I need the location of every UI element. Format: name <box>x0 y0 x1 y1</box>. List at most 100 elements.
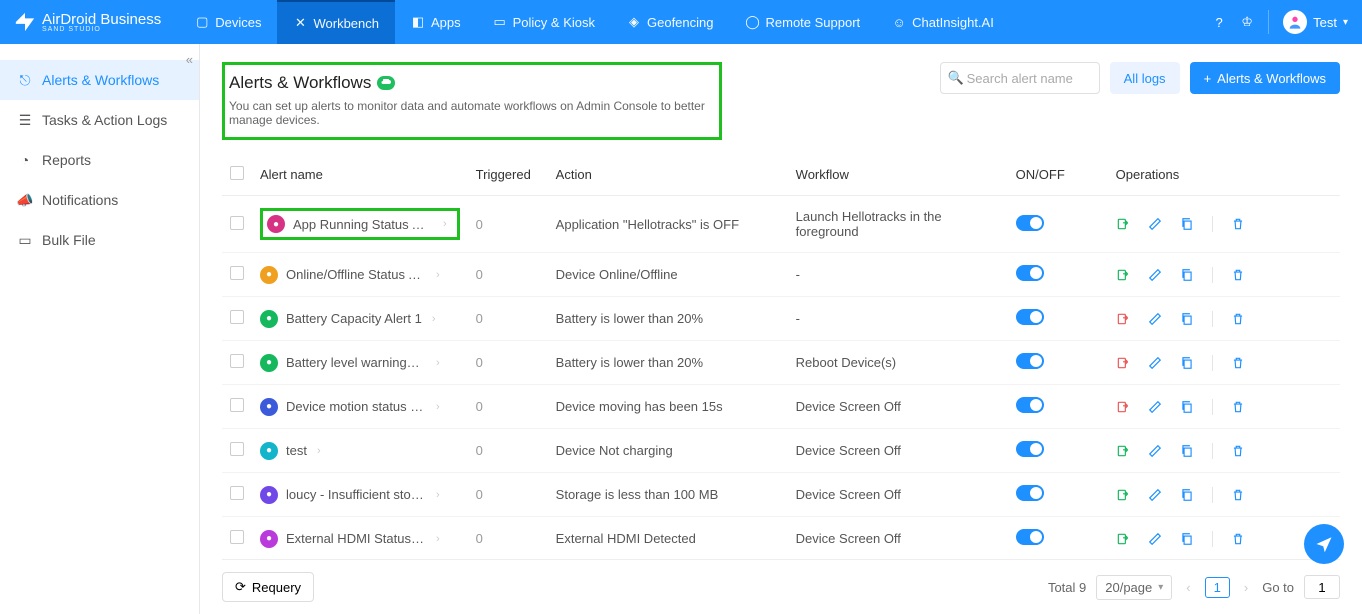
separator <box>1212 216 1213 232</box>
sidebar-item-notifications[interactable]: 📣Notifications <box>0 180 199 220</box>
edit-icon[interactable] <box>1148 356 1162 370</box>
delete-icon[interactable] <box>1231 532 1245 546</box>
copy-icon[interactable] <box>1180 400 1194 414</box>
all-logs-button[interactable]: All logs <box>1110 62 1180 94</box>
delete-icon[interactable] <box>1231 444 1245 458</box>
export-icon[interactable] <box>1116 356 1130 370</box>
separator <box>1212 399 1213 415</box>
table-row: ●External HDMI Status Alert 1› 0 Externa… <box>222 517 1340 560</box>
onoff-toggle[interactable] <box>1016 529 1044 545</box>
alert-name-cell[interactable]: ●Device motion status warn...› <box>260 398 460 416</box>
onoff-toggle[interactable] <box>1016 309 1044 325</box>
onoff-toggle[interactable] <box>1016 265 1044 281</box>
copy-icon[interactable] <box>1180 268 1194 282</box>
alert-name-cell[interactable]: ●Battery Capacity Alert 1› <box>260 310 460 328</box>
row-checkbox[interactable] <box>230 354 244 368</box>
delete-icon[interactable] <box>1231 268 1245 282</box>
page-size-select[interactable]: 20/page▾ <box>1096 575 1172 600</box>
separator <box>1212 267 1213 283</box>
collapse-sidebar-icon[interactable]: « <box>186 52 193 67</box>
alert-name-cell[interactable]: ●test› <box>260 442 460 460</box>
edit-icon[interactable] <box>1148 217 1162 231</box>
avatar <box>1283 10 1307 34</box>
chevron-right-icon: › <box>436 533 440 545</box>
edit-icon[interactable] <box>1148 444 1162 458</box>
copy-icon[interactable] <box>1180 312 1194 326</box>
alert-name: Online/Offline Status Alert 1 <box>286 267 426 282</box>
triggered-count: 0 <box>468 385 548 429</box>
onoff-toggle[interactable] <box>1016 485 1044 501</box>
export-icon[interactable] <box>1116 217 1130 231</box>
onoff-toggle[interactable] <box>1016 353 1044 369</box>
row-checkbox[interactable] <box>230 530 244 544</box>
copy-icon[interactable] <box>1180 532 1194 546</box>
export-icon[interactable] <box>1116 312 1130 326</box>
nav-remote[interactable]: ◯Remote Support <box>730 0 877 44</box>
export-icon[interactable] <box>1116 444 1130 458</box>
row-checkbox[interactable] <box>230 442 244 456</box>
search-input[interactable]: 🔍 Search alert name <box>940 62 1100 94</box>
nav-chatinsight[interactable]: ☺ChatInsight.AI <box>876 0 1010 44</box>
nav-workbench[interactable]: ✕Workbench <box>277 0 395 44</box>
send-fab[interactable] <box>1304 524 1344 564</box>
edit-icon[interactable] <box>1148 532 1162 546</box>
delete-icon[interactable] <box>1231 400 1245 414</box>
nav-devices[interactable]: ▢Devices <box>179 0 277 44</box>
gift-icon[interactable]: ♔ <box>1240 15 1254 29</box>
delete-icon[interactable] <box>1231 312 1245 326</box>
action-text: Device Online/Offline <box>548 253 788 297</box>
file-icon: ▭ <box>18 233 32 247</box>
copy-icon[interactable] <box>1180 444 1194 458</box>
export-icon[interactable] <box>1116 400 1130 414</box>
alert-name-cell[interactable]: ●loucy - Insufficient storage ...› <box>260 486 460 504</box>
edit-icon[interactable] <box>1148 488 1162 502</box>
sidebar-item-reports[interactable]: ◔Reports <box>0 140 199 180</box>
user-menu[interactable]: Test ▾ <box>1268 10 1348 34</box>
row-checkbox[interactable] <box>230 486 244 500</box>
goto-input[interactable] <box>1304 575 1340 599</box>
workflow-text: Device Screen Off <box>788 385 1008 429</box>
sidebar-item-tasks[interactable]: ☰Tasks & Action Logs <box>0 100 199 140</box>
triggered-count: 0 <box>468 341 548 385</box>
add-alert-button[interactable]: +Alerts & Workflows <box>1190 62 1340 94</box>
row-checkbox[interactable] <box>230 216 244 230</box>
copy-icon[interactable] <box>1180 217 1194 231</box>
copy-icon[interactable] <box>1180 356 1194 370</box>
next-page-button[interactable]: › <box>1240 576 1252 599</box>
edit-icon[interactable] <box>1148 312 1162 326</box>
nav-policy[interactable]: ▭Policy & Kiosk <box>477 0 611 44</box>
alert-type-icon: ● <box>260 486 278 504</box>
alert-name-cell[interactable]: ●Battery level warning1-jp-2...› <box>260 354 460 372</box>
export-icon[interactable] <box>1116 268 1130 282</box>
requery-button[interactable]: ⟳Requery <box>222 572 314 602</box>
select-all-checkbox[interactable] <box>230 166 244 180</box>
table-row: ●loucy - Insufficient storage ...› 0 Sto… <box>222 473 1340 517</box>
row-checkbox[interactable] <box>230 398 244 412</box>
export-icon[interactable] <box>1116 488 1130 502</box>
alert-type-icon: ● <box>260 266 278 284</box>
edit-icon[interactable] <box>1148 268 1162 282</box>
delete-icon[interactable] <box>1231 356 1245 370</box>
prev-page-button[interactable]: ‹ <box>1182 576 1194 599</box>
help-icon[interactable]: ? <box>1212 15 1226 29</box>
onoff-toggle[interactable] <box>1016 215 1044 231</box>
alert-name: External HDMI Status Alert 1 <box>286 531 426 546</box>
sidebar-item-bulkfile[interactable]: ▭Bulk File <box>0 220 199 260</box>
alert-name-cell[interactable]: ●Online/Offline Status Alert 1› <box>260 266 460 284</box>
alert-name-cell[interactable]: ●External HDMI Status Alert 1› <box>260 530 460 548</box>
nav-apps[interactable]: ◧Apps <box>395 0 477 44</box>
edit-icon[interactable] <box>1148 400 1162 414</box>
export-icon[interactable] <box>1116 532 1130 546</box>
copy-icon[interactable] <box>1180 488 1194 502</box>
current-page[interactable]: 1 <box>1205 577 1230 598</box>
delete-icon[interactable] <box>1231 217 1245 231</box>
nav-geofencing[interactable]: ◈Geofencing <box>611 0 730 44</box>
onoff-toggle[interactable] <box>1016 441 1044 457</box>
alert-name-cell[interactable]: ●App Running Status Alert 1› <box>260 208 460 240</box>
delete-icon[interactable] <box>1231 488 1245 502</box>
row-checkbox[interactable] <box>230 310 244 324</box>
brand-logo[interactable]: AirDroid Business SAND STUDIO <box>14 11 161 33</box>
onoff-toggle[interactable] <box>1016 397 1044 413</box>
sidebar-item-alerts[interactable]: ⎋Alerts & Workflows <box>0 60 199 100</box>
row-checkbox[interactable] <box>230 266 244 280</box>
